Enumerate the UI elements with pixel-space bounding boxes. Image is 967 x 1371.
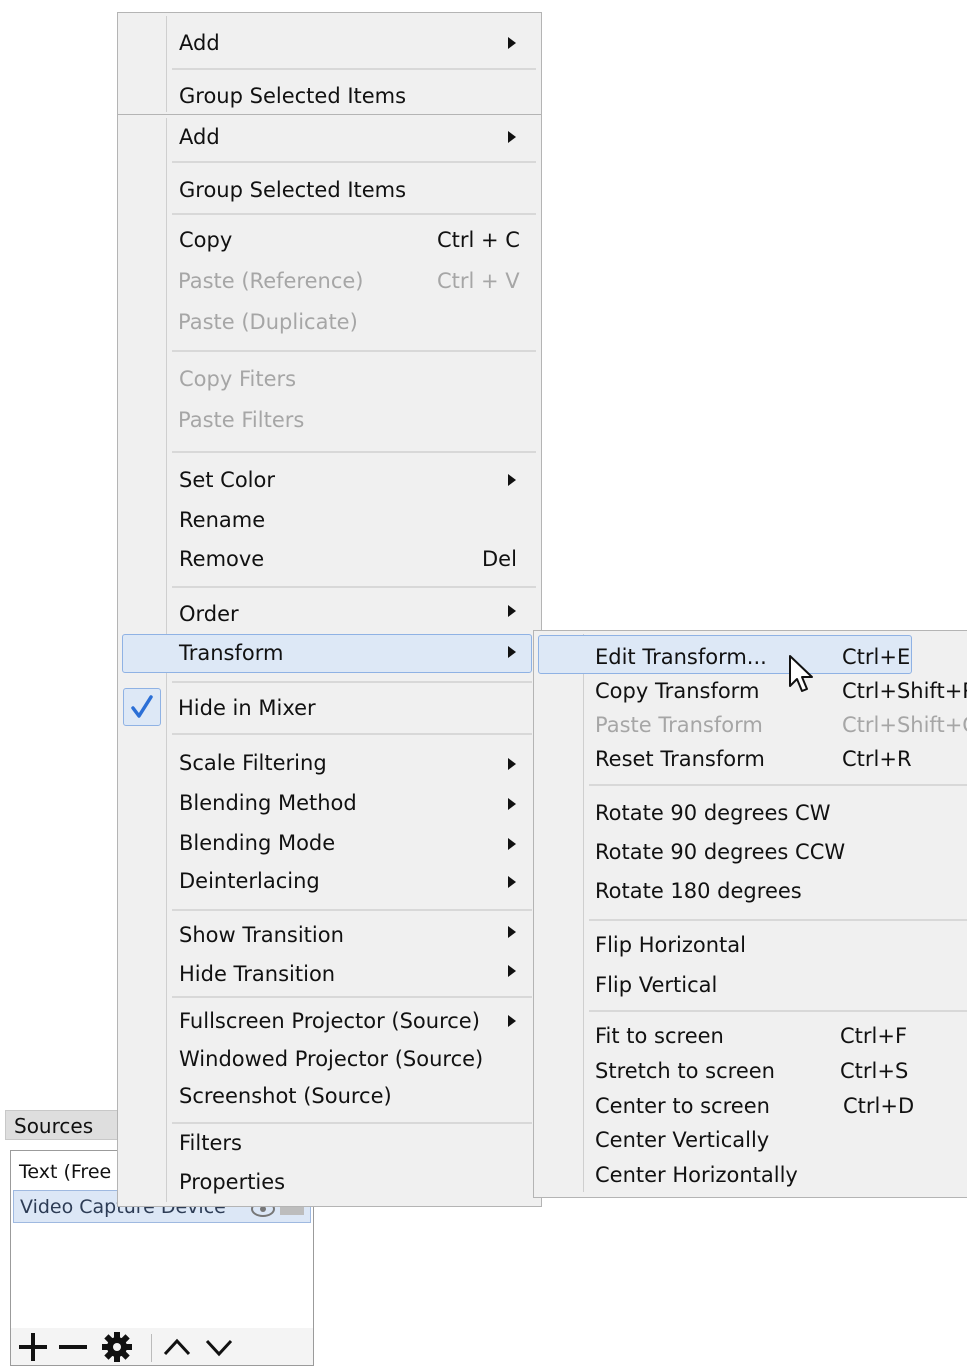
- menu-item-hide-transition[interactable]: Hide Transition: [179, 964, 335, 985]
- menu-item-copy[interactable]: Copy: [179, 230, 232, 251]
- menu-separator: [172, 350, 536, 352]
- mouse-pointer-icon: [788, 654, 818, 700]
- shortcut-remove: Del: [482, 547, 517, 571]
- menu-separator: [172, 68, 536, 70]
- menu-item-properties[interactable]: Properties: [179, 1172, 285, 1193]
- menu-item-filters[interactable]: Filters: [179, 1133, 242, 1154]
- shortcut-reset-transform: Ctrl+R: [842, 747, 912, 771]
- menu-item-windowed-projector[interactable]: Windowed Projector (Source): [179, 1049, 483, 1070]
- submenu-arrow-icon: [508, 1015, 516, 1027]
- submenu-arrow-icon: [508, 965, 516, 977]
- menu-item-deinterlacing[interactable]: Deinterlacing: [179, 871, 320, 892]
- menu-item-fullscreen-projector[interactable]: Fullscreen Projector (Source): [179, 1011, 480, 1032]
- move-down-button[interactable]: [201, 1328, 237, 1366]
- menu-item-hide-in-mixer[interactable]: Hide in Mixer: [178, 698, 316, 719]
- submenu-arrow-icon: [508, 798, 516, 810]
- menu-item-group-top[interactable]: Group Selected Items: [179, 86, 406, 107]
- menu-item-rename[interactable]: Rename: [179, 510, 265, 531]
- menu-item-order[interactable]: Order: [179, 604, 239, 625]
- menu-separator: [172, 1122, 532, 1124]
- shortcut-paste: Ctrl + V: [437, 269, 520, 293]
- menu-item-center-horizontally[interactable]: Center Horizontally: [595, 1165, 798, 1186]
- add-source-button[interactable]: [15, 1328, 51, 1366]
- submenu-arrow-icon: [508, 605, 516, 617]
- shortcut-stretch: Ctrl+S: [840, 1059, 909, 1083]
- menu-item-add[interactable]: Add: [179, 127, 220, 148]
- submenu-arrow-icon: [508, 876, 516, 888]
- shortcut-paste-transform: Ctrl+Shift+C: [842, 713, 967, 737]
- menu-item-paste-reference: Paste (Reference): [178, 269, 364, 293]
- menu-item-copy-filters: Copy Fiters: [179, 367, 297, 391]
- move-up-button[interactable]: [159, 1328, 195, 1366]
- menu-separator: [589, 1010, 967, 1012]
- submenu-arrow-icon: [508, 37, 516, 49]
- menu-separator: [172, 681, 532, 683]
- menu-item-remove[interactable]: Remove: [179, 549, 264, 570]
- sources-toolbar: [10, 1328, 314, 1366]
- menu-separator: [172, 733, 532, 735]
- menu-item-paste-transform: Paste Transform: [595, 713, 763, 737]
- menu-separator: [172, 451, 536, 453]
- submenu-arrow-icon: [508, 758, 516, 770]
- submenu-arrow-icon: [508, 646, 516, 658]
- menu-gutter: [166, 16, 167, 112]
- checkmark-icon: [131, 695, 153, 718]
- menu-item-group[interactable]: Group Selected Items: [179, 180, 406, 201]
- toolbar-divider: [151, 1334, 152, 1362]
- menu-gutter: [583, 634, 584, 1192]
- menu-separator: [172, 996, 532, 998]
- sources-dock-title: Sources: [5, 1110, 125, 1140]
- menu-item-reset-transform[interactable]: Reset Transform: [595, 749, 765, 770]
- menu-item-screenshot[interactable]: Screenshot (Source): [179, 1086, 392, 1107]
- menu-item-show-transition[interactable]: Show Transition: [179, 925, 344, 946]
- menu-item-fit-to-screen[interactable]: Fit to screen: [595, 1026, 724, 1047]
- menu-item-rotate-180[interactable]: Rotate 180 degrees: [595, 881, 802, 902]
- menu-item-copy-transform[interactable]: Copy Transform: [595, 681, 759, 702]
- menu-item-blending-method[interactable]: Blending Method: [179, 793, 357, 814]
- shortcut-copy-transform: Ctrl+Shift+R: [842, 679, 967, 703]
- menu-item-paste-filters: Paste Filters: [178, 408, 305, 432]
- menu-item-transform[interactable]: Transform: [179, 643, 283, 664]
- submenu-arrow-icon: [508, 474, 516, 486]
- menu-item-stretch-to-screen[interactable]: Stretch to screen: [595, 1061, 775, 1082]
- shortcut-edit-transform: Ctrl+E: [842, 645, 911, 669]
- menu-separator: [589, 919, 967, 921]
- gear-icon[interactable]: [99, 1328, 135, 1366]
- menu-separator: [172, 213, 536, 215]
- hide-in-mixer-check[interactable]: [123, 688, 161, 726]
- menu-item-scale-filtering[interactable]: Scale Filtering: [179, 753, 327, 774]
- submenu-arrow-icon: [508, 131, 516, 143]
- menu-separator: [172, 909, 532, 911]
- shortcut-copy: Ctrl + C: [437, 228, 520, 252]
- menu-item-blending-mode[interactable]: Blending Mode: [179, 833, 335, 854]
- menu-item-rotate-cw[interactable]: Rotate 90 degrees CW: [595, 803, 830, 824]
- menu-item-flip-horizontal[interactable]: Flip Horizontal: [595, 935, 746, 956]
- submenu-arrow-icon: [508, 838, 516, 850]
- menu-separator: [172, 586, 536, 588]
- shortcut-center: Ctrl+D: [843, 1094, 915, 1118]
- menu-item-set-color[interactable]: Set Color: [179, 470, 275, 491]
- submenu-arrow-icon: [508, 926, 516, 938]
- menu-item-center-to-screen[interactable]: Center to screen: [595, 1096, 770, 1117]
- menu-item-rotate-ccw[interactable]: Rotate 90 degrees CCW: [595, 842, 845, 863]
- remove-source-button[interactable]: [55, 1328, 91, 1366]
- menu-separator: [172, 161, 536, 163]
- shortcut-fit: Ctrl+F: [840, 1024, 908, 1048]
- menu-item-paste-duplicate: Paste (Duplicate): [178, 310, 358, 334]
- menu-separator: [589, 784, 967, 786]
- menu-item-edit-transform[interactable]: Edit Transform...: [595, 647, 767, 668]
- menu-item-add-top[interactable]: Add: [179, 33, 220, 54]
- menu-item-flip-vertical[interactable]: Flip Vertical: [595, 975, 717, 996]
- menu-item-center-vertically[interactable]: Center Vertically: [595, 1130, 769, 1151]
